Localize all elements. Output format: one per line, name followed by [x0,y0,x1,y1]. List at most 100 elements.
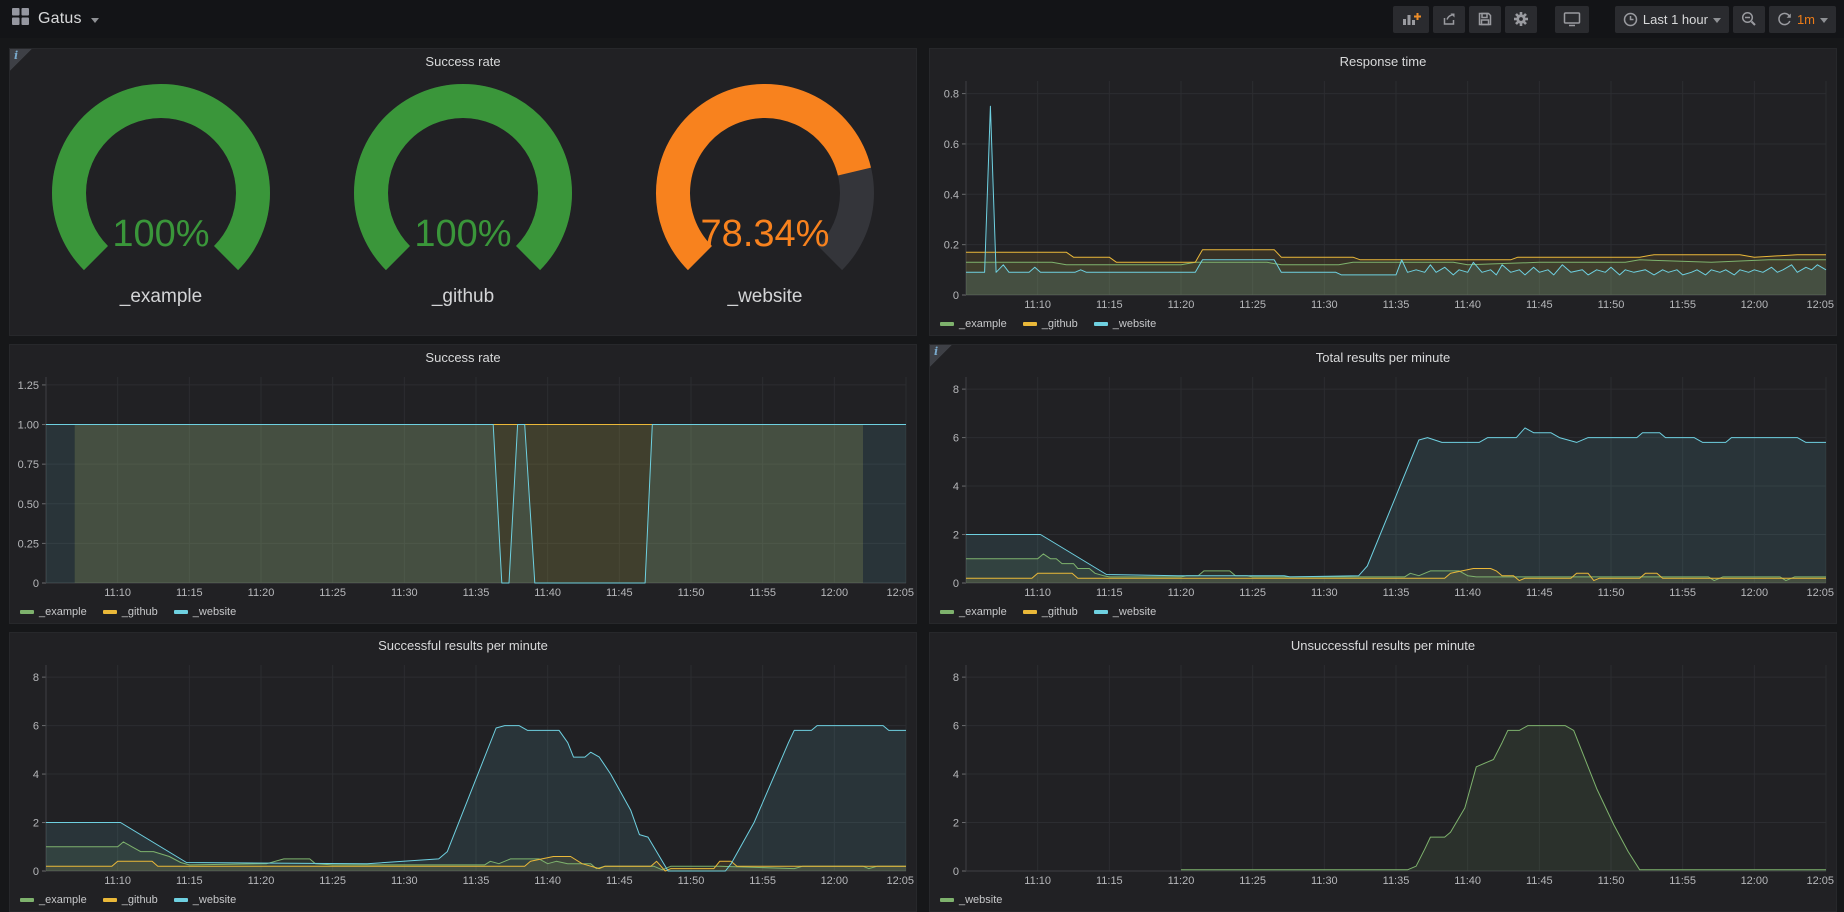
svg-text:11:25: 11:25 [1239,587,1266,599]
legend-swatch [1094,610,1108,614]
legend-item[interactable]: _website [1094,606,1156,618]
panel-unsuccessful-results: Unsuccessful results per minute 11:1011:… [929,632,1837,912]
svg-text:11:45: 11:45 [1526,587,1553,599]
add-panel-button[interactable] [1393,6,1429,33]
legend-swatch [20,898,34,902]
svg-text:12:05: 12:05 [1806,587,1834,599]
save-button[interactable] [1469,6,1501,33]
chart-canvas-success-rate[interactable]: 11:1011:1511:2011:2511:3011:3511:4011:45… [10,369,916,601]
kiosk-tv-button[interactable] [1555,6,1589,33]
gauge-arc [337,81,589,287]
legend-item[interactable]: _example [940,606,1007,618]
panel-title[interactable]: Successful results per minute [10,633,916,657]
svg-text:11:35: 11:35 [1383,875,1410,887]
legend-swatch [103,610,117,614]
legend-item[interactable]: _website [174,894,236,906]
zoom-out-icon [1741,11,1757,27]
chart-legend: _website [930,889,1836,911]
settings-gear-icon [1513,11,1529,27]
legend-label: _website [193,606,236,618]
svg-text:11:25: 11:25 [319,587,346,599]
svg-text:2: 2 [953,818,959,830]
chart-canvas-successful-results[interactable]: 11:1011:1511:2011:2511:3011:3511:4011:45… [10,657,916,889]
svg-text:4: 4 [33,769,39,781]
legend-label: _example [39,606,87,618]
legend-item[interactable]: _github [103,894,158,906]
legend-item[interactable]: _example [20,894,87,906]
legend-item[interactable]: _website [174,606,236,618]
svg-text:0.8: 0.8 [944,89,959,101]
panel-title[interactable]: Total results per minute [930,345,1836,369]
panel-title[interactable]: Success rate [10,49,916,73]
legend-item[interactable]: _website [940,894,1002,906]
panel-successful-results: Successful results per minute 11:1011:15… [9,632,917,912]
legend-item[interactable]: _github [103,606,158,618]
svg-text:1.25: 1.25 [18,380,39,392]
dashboard-grid-icon[interactable] [12,8,29,30]
share-icon [1441,11,1457,27]
svg-text:0: 0 [953,866,959,878]
legend-item[interactable]: _github [1023,606,1078,618]
svg-text:11:50: 11:50 [1598,875,1625,887]
gauge-example: 100% _example [11,81,311,308]
time-range-caret-icon [1713,18,1721,23]
svg-text:11:40: 11:40 [1454,299,1481,311]
settings-button[interactable] [1505,6,1537,33]
chart-canvas-response-time[interactable]: 11:1011:1511:2011:2511:3011:3511:4011:45… [930,73,1836,313]
chart-canvas-total-results[interactable]: 11:1011:1511:2011:2511:3011:3511:4011:45… [930,369,1836,601]
time-range-label: Last 1 hour [1643,12,1708,27]
panel-title[interactable]: Response time [930,49,1836,73]
svg-text:11:30: 11:30 [391,587,418,599]
svg-text:2: 2 [33,818,39,830]
clock-icon [1623,12,1638,27]
legend-label: _website [959,894,1002,906]
gauge-arc [639,81,891,287]
svg-text:11:35: 11:35 [463,587,490,599]
legend-item[interactable]: _example [20,606,87,618]
legend-swatch [940,610,954,614]
legend-item[interactable]: _website [1094,318,1156,330]
svg-text:6: 6 [953,433,959,445]
share-button[interactable] [1433,6,1465,33]
legend-swatch [1023,610,1037,614]
gauge-arc [35,81,287,287]
svg-text:0.75: 0.75 [18,459,39,471]
zoom-out-button[interactable] [1733,6,1765,33]
refresh-button[interactable]: 1m [1769,6,1836,33]
legend-item[interactable]: _example [940,318,1007,330]
dashboard-caret-down-icon[interactable] [91,18,99,23]
svg-text:11:55: 11:55 [1669,587,1696,599]
panel-title[interactable]: Success rate [10,345,916,369]
legend-swatch [103,898,117,902]
svg-text:4: 4 [953,769,959,781]
svg-text:11:15: 11:15 [1096,587,1123,599]
svg-text:11:15: 11:15 [1096,875,1123,887]
svg-text:11:15: 11:15 [176,875,203,887]
svg-text:11:45: 11:45 [1526,299,1553,311]
chart-legend: _example _github _website [10,889,916,911]
gauge-label: _website [615,286,915,308]
svg-text:11:15: 11:15 [176,587,203,599]
legend-swatch [1023,322,1037,326]
add-panel-icon [1401,11,1421,27]
dashboard-title[interactable]: Gatus [38,10,82,28]
svg-text:11:15: 11:15 [1096,299,1123,311]
legend-label: _example [39,894,87,906]
svg-text:12:00: 12:00 [1741,875,1769,887]
panel-info-icon[interactable]: i [10,49,32,71]
panel-info-icon[interactable]: i [930,345,952,367]
legend-item[interactable]: _github [1023,318,1078,330]
gauge-value: 100% [11,213,311,256]
panel-title[interactable]: Unsuccessful results per minute [930,633,1836,657]
refresh-interval-label: 1m [1797,12,1815,27]
svg-text:11:55: 11:55 [749,875,776,887]
time-range-picker[interactable]: Last 1 hour [1615,6,1729,33]
svg-text:11:50: 11:50 [1598,299,1625,311]
legend-label: _github [122,894,158,906]
svg-text:6: 6 [953,721,959,733]
legend-label: _github [1042,606,1078,618]
svg-text:11:40: 11:40 [534,587,561,599]
chart-canvas-unsuccessful-results[interactable]: 11:1011:1511:2011:2511:3011:3511:4011:45… [930,657,1836,889]
svg-text:11:20: 11:20 [1168,299,1195,311]
svg-text:0: 0 [33,866,39,878]
